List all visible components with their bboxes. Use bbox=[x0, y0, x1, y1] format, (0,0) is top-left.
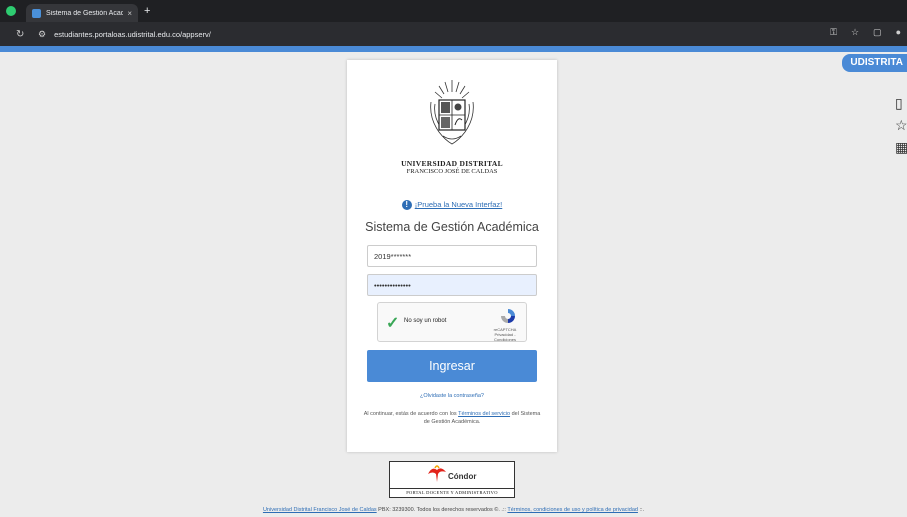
udistrital-side-tab[interactable]: UDISTRITA bbox=[842, 54, 907, 72]
terms-text: Al continuar, estás de acuerdo con los T… bbox=[362, 410, 542, 426]
login-card: UNIVERSIDAD DISTRITAL FRANCISCO JOSÉ DE … bbox=[347, 60, 557, 452]
footer-university-link[interactable]: Universidad Distrital Francisco José de … bbox=[263, 507, 377, 513]
new-tab-button[interactable]: + bbox=[144, 4, 150, 18]
condor-portal-logo[interactable]: Cóndor PORTAL DOCENTE Y ADMINISTRATIVO bbox=[389, 461, 515, 498]
window-dot-icon bbox=[6, 6, 16, 16]
condor-bird-icon bbox=[428, 465, 446, 482]
browser-tab[interactable]: Sistema de Gestión Académ × bbox=[26, 4, 138, 22]
captcha-label: No soy un robot bbox=[404, 318, 447, 324]
footer-end: ::. bbox=[637, 507, 645, 513]
forgot-password-link[interactable]: ¿Olvidaste la contraseña? bbox=[347, 393, 557, 399]
university-seal-icon bbox=[430, 80, 474, 145]
university-subtitle: FRANCISCO JOSÉ DE CALDAS bbox=[406, 168, 498, 175]
username-input[interactable] bbox=[367, 245, 537, 267]
profile-icon[interactable]: ● bbox=[896, 27, 901, 38]
toolbar-icons: ⚿ ☆ ▢ ● bbox=[830, 27, 901, 38]
condor-name: Cóndor bbox=[448, 472, 477, 481]
pin-icon[interactable]: ☆ bbox=[895, 118, 907, 132]
address-bar: ↻ ⚙ estudiantes.portaloas.udistrital.edu… bbox=[0, 22, 907, 46]
page-header-strip bbox=[0, 46, 907, 52]
info-icon: ! bbox=[401, 200, 412, 211]
condor-subtitle: PORTAL DOCENTE Y ADMINISTRATIVO bbox=[390, 488, 514, 495]
key-icon[interactable]: ⚿ bbox=[830, 27, 837, 38]
favicon-icon bbox=[32, 8, 41, 18]
page-title: Sistema de Gestión Académica bbox=[365, 220, 539, 234]
login-button[interactable]: Ingresar bbox=[367, 350, 537, 382]
checkmark-icon[interactable]: ✓ bbox=[386, 313, 399, 333]
recaptcha-text: reCAPTCHA Privacidad - Condiciones bbox=[487, 327, 523, 342]
reload-icon[interactable]: ↻ bbox=[16, 29, 26, 40]
university-name: UNIVERSIDAD DISTRITAL bbox=[401, 159, 503, 168]
browser-tab-bar: Sistema de Gestión Académ × + bbox=[0, 0, 907, 22]
tab-close-icon[interactable]: × bbox=[127, 9, 132, 18]
page-footer: Universidad Distrital Francisco José de … bbox=[0, 507, 907, 513]
footer-text: PBX: 3239300. Todos los derechos reserva… bbox=[376, 507, 508, 513]
site-info-icon[interactable]: ⚙ bbox=[38, 29, 46, 40]
terms-link[interactable]: Términos del servicio bbox=[458, 411, 510, 417]
recaptcha-logo-icon bbox=[501, 309, 515, 323]
try-new-interface-link[interactable]: ! ¡Prueba la Nueva Interfaz! bbox=[347, 200, 557, 211]
side-toolbar: ▯ ☆ ▦ bbox=[895, 96, 907, 154]
document-icon[interactable]: ▯ bbox=[895, 96, 907, 110]
calendar-icon[interactable]: ▦ bbox=[895, 140, 907, 154]
terms-prefix: Al continuar, estás de acuerdo con los bbox=[363, 411, 459, 417]
tab-title: Sistema de Gestión Académ bbox=[46, 9, 124, 17]
password-input[interactable] bbox=[367, 274, 537, 296]
bookmark-star-icon[interactable]: ☆ bbox=[851, 27, 859, 38]
recaptcha-links[interactable]: Privacidad - Condiciones bbox=[487, 332, 523, 342]
url-field[interactable]: estudiantes.portaloas.udistrital.edu.co/… bbox=[54, 30, 211, 39]
footer-terms-link[interactable]: Términos, condiciones de uso y política … bbox=[507, 507, 638, 513]
recaptcha-widget: ✓ No soy un robot reCAPTCHA Privacidad -… bbox=[377, 302, 527, 342]
extensions-icon[interactable]: ▢ bbox=[873, 27, 882, 38]
try-new-interface-label: ¡Prueba la Nueva Interfaz! bbox=[414, 200, 503, 209]
